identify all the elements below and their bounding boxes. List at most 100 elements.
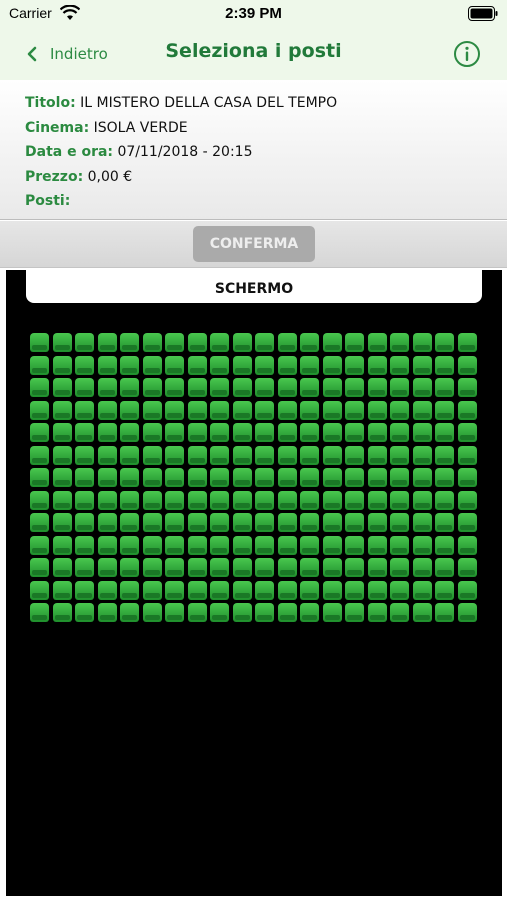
seat[interactable]: [232, 423, 252, 442]
seat[interactable]: [97, 603, 117, 622]
seat[interactable]: [97, 513, 117, 532]
seat[interactable]: [322, 558, 342, 577]
seat[interactable]: [142, 333, 162, 352]
seat[interactable]: [187, 535, 207, 555]
seat[interactable]: [322, 535, 342, 555]
seat[interactable]: [210, 558, 229, 577]
seat[interactable]: [300, 355, 319, 375]
seat[interactable]: [97, 378, 117, 397]
seat[interactable]: [412, 468, 432, 487]
seat[interactable]: [97, 355, 117, 375]
seat[interactable]: [412, 333, 432, 352]
seat[interactable]: [142, 535, 162, 555]
seat[interactable]: [52, 558, 72, 577]
seat[interactable]: [390, 513, 409, 532]
seat[interactable]: [277, 355, 297, 375]
seat[interactable]: [30, 535, 49, 555]
seat[interactable]: [367, 535, 387, 555]
seat[interactable]: [322, 513, 342, 532]
seat[interactable]: [75, 355, 94, 375]
seat[interactable]: [412, 513, 432, 532]
seat[interactable]: [30, 490, 49, 510]
seat[interactable]: [165, 513, 184, 532]
seat[interactable]: [52, 333, 72, 352]
seat[interactable]: [277, 468, 297, 487]
seat[interactable]: [75, 423, 94, 442]
seat[interactable]: [120, 490, 139, 510]
seat[interactable]: [120, 445, 139, 465]
seat[interactable]: [232, 490, 252, 510]
seat[interactable]: [300, 603, 319, 622]
seat[interactable]: [457, 423, 477, 442]
seat[interactable]: [187, 558, 207, 577]
seat[interactable]: [165, 468, 184, 487]
seat[interactable]: [232, 378, 252, 397]
seat[interactable]: [30, 513, 49, 532]
seat[interactable]: [165, 535, 184, 555]
seat[interactable]: [165, 445, 184, 465]
seat[interactable]: [300, 513, 319, 532]
seat[interactable]: [390, 558, 409, 577]
seat[interactable]: [165, 580, 184, 600]
seat[interactable]: [255, 400, 274, 420]
seat[interactable]: [457, 400, 477, 420]
seat[interactable]: [367, 378, 387, 397]
seat[interactable]: [300, 580, 319, 600]
seat[interactable]: [277, 535, 297, 555]
seat[interactable]: [277, 378, 297, 397]
seat[interactable]: [75, 400, 94, 420]
seat[interactable]: [255, 333, 274, 352]
seat[interactable]: [120, 535, 139, 555]
seat[interactable]: [142, 558, 162, 577]
seat[interactable]: [322, 580, 342, 600]
seat[interactable]: [97, 445, 117, 465]
seat[interactable]: [187, 513, 207, 532]
seat[interactable]: [210, 333, 229, 352]
seat[interactable]: [255, 445, 274, 465]
seat[interactable]: [367, 490, 387, 510]
seat[interactable]: [345, 513, 364, 532]
seat[interactable]: [345, 468, 364, 487]
seat[interactable]: [412, 423, 432, 442]
seat[interactable]: [435, 445, 454, 465]
seat[interactable]: [165, 400, 184, 420]
seat[interactable]: [367, 603, 387, 622]
seat[interactable]: [367, 558, 387, 577]
seat[interactable]: [255, 603, 274, 622]
seat[interactable]: [165, 490, 184, 510]
seat[interactable]: [277, 333, 297, 352]
seat[interactable]: [457, 535, 477, 555]
seat[interactable]: [30, 355, 49, 375]
seat[interactable]: [412, 355, 432, 375]
seat[interactable]: [75, 580, 94, 600]
seat[interactable]: [457, 558, 477, 577]
seat[interactable]: [97, 333, 117, 352]
seat[interactable]: [210, 400, 229, 420]
seat[interactable]: [390, 490, 409, 510]
seat[interactable]: [435, 378, 454, 397]
seat[interactable]: [165, 378, 184, 397]
confirm-button[interactable]: CONFERMA: [193, 226, 315, 262]
seat[interactable]: [30, 423, 49, 442]
seat[interactable]: [367, 355, 387, 375]
seat[interactable]: [142, 513, 162, 532]
seat[interactable]: [435, 333, 454, 352]
seat[interactable]: [75, 558, 94, 577]
seat[interactable]: [120, 378, 139, 397]
seat[interactable]: [30, 333, 49, 352]
seat[interactable]: [97, 535, 117, 555]
seat[interactable]: [232, 558, 252, 577]
seat[interactable]: [412, 400, 432, 420]
seat[interactable]: [187, 423, 207, 442]
seat[interactable]: [457, 468, 477, 487]
seat[interactable]: [232, 580, 252, 600]
seat[interactable]: [435, 468, 454, 487]
seat[interactable]: [97, 468, 117, 487]
seat[interactable]: [367, 333, 387, 352]
seat[interactable]: [75, 603, 94, 622]
seat[interactable]: [345, 535, 364, 555]
seat[interactable]: [187, 400, 207, 420]
seat[interactable]: [390, 333, 409, 352]
seat[interactable]: [412, 445, 432, 465]
seat[interactable]: [165, 333, 184, 352]
